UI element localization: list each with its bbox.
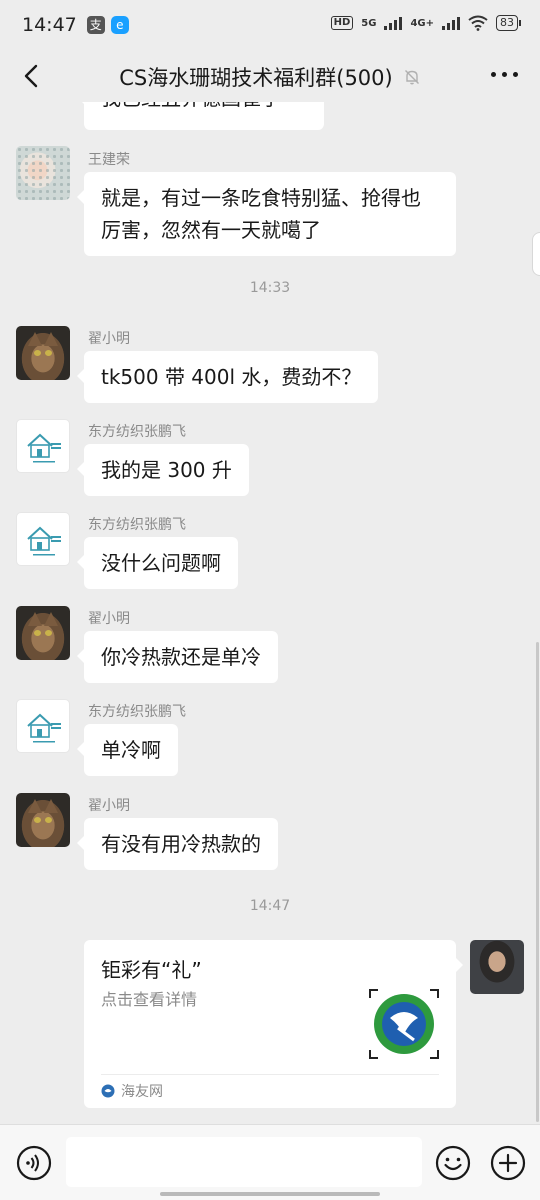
hd-voice-icon: HD	[330, 16, 354, 30]
message-list[interactable]: 我已经丑养德国崔子 王建荣 就是，有过一条吃食特别猛、抢得也厉害，忽然有一天就噶…	[0, 102, 540, 1124]
sender-name: 王建荣	[88, 152, 130, 168]
battery-indicator: 83	[496, 15, 521, 31]
scrollbar[interactable]	[536, 642, 539, 1122]
message-bubble[interactable]: 我已经丑养德国崔子	[77, 102, 324, 130]
house-logo-icon	[27, 526, 61, 556]
link-card-description: 点击查看详情	[101, 990, 198, 1009]
link-card-source: 海友网	[101, 1081, 163, 1101]
avatar[interactable]	[470, 940, 524, 994]
browser-notification-icon: e	[110, 16, 129, 34]
timestamp-separator: 14:33	[249, 280, 291, 296]
bell-off-icon	[404, 70, 419, 85]
status-indicators: HD 5G 4G+ 83	[330, 15, 521, 31]
message-text: 我的是 300 升	[101, 458, 232, 482]
avatar[interactable]	[16, 793, 70, 847]
message-bubble[interactable]: tk500 带 400l 水，费劲不？	[76, 351, 379, 403]
link-card-divider	[101, 1074, 439, 1075]
home-indicator[interactable]	[160, 1192, 380, 1196]
message-text: 就是，有过一条吃食特别猛、抢得也厉害，忽然有一天就噶了	[101, 186, 421, 242]
message-text: 有没有用冷热款的	[101, 832, 261, 856]
chat-title: CS海水珊瑚技术福利群(500)	[119, 66, 393, 90]
side-drawer-handle[interactable]	[532, 232, 540, 276]
link-card-thumbnail	[368, 988, 440, 1060]
link-card-source-name: 海友网	[121, 1084, 163, 1100]
avatar[interactable]	[16, 419, 70, 473]
message-text: 没什么问题啊	[101, 551, 221, 575]
chat-title-wrap: CS海水珊瑚技术福利群(500)	[0, 62, 540, 92]
avatar[interactable]	[16, 606, 70, 660]
more-dots-icon[interactable]	[491, 72, 518, 77]
avatar[interactable]	[16, 699, 70, 753]
status-bar: 14:47 支 e HD 5G 4G+ 83	[0, 0, 540, 50]
wifi-icon	[468, 15, 488, 31]
sender-name: 东方纺织张鹏飞	[88, 517, 186, 533]
alipay-notification-icon: 支	[86, 16, 105, 34]
input-bar	[0, 1124, 540, 1200]
message-text: tk500 带 400l 水，费劲不？	[101, 365, 362, 389]
timestamp-separator: 14:47	[249, 898, 291, 914]
message-bubble[interactable]: 单冷啊	[77, 724, 178, 776]
link-card-title: 钜彩有“礼”	[101, 958, 202, 982]
message-bubble[interactable]: 我的是 300 升	[77, 444, 249, 496]
emoji-icon[interactable]	[435, 1145, 471, 1181]
message-bubble[interactable]: 你冷热款还是单冷	[77, 631, 278, 683]
message-text: 你冷热款还是单冷	[101, 645, 261, 669]
message-text: 单冷啊	[101, 738, 161, 762]
message-bubble[interactable]: 没什么问题啊	[77, 537, 238, 589]
message-bubble[interactable]: 就是，有过一条吃食特别猛、抢得也厉害，忽然有一天就噶了	[77, 172, 456, 256]
plus-icon[interactable]	[490, 1145, 526, 1181]
sender-name: 东方纺织张鹏飞	[88, 704, 186, 720]
message-text: 我已经丑养德国崔子	[101, 102, 281, 110]
chat-header: CS海水珊瑚技术福利群(500)	[0, 50, 540, 102]
avatar[interactable]	[16, 512, 70, 566]
network-4g-label: 4G+	[410, 17, 434, 29]
sender-name: 东方纺织张鹏飞	[88, 424, 186, 440]
message-bubble[interactable]: 有没有用冷热款的	[77, 818, 278, 870]
signal-icon	[384, 16, 403, 30]
avatar[interactable]	[16, 146, 70, 200]
sender-name: 翟小明	[88, 798, 130, 814]
signal-icon-2	[442, 16, 460, 30]
avatar[interactable]	[16, 326, 70, 380]
haiyou-logo-icon	[101, 1084, 115, 1098]
voice-icon[interactable]	[16, 1145, 52, 1181]
house-logo-icon	[27, 433, 61, 463]
status-time: 14:47	[22, 14, 77, 36]
sender-name: 翟小明	[88, 331, 130, 347]
house-logo-icon	[27, 713, 61, 743]
message-input[interactable]	[66, 1137, 422, 1187]
link-card[interactable]: 钜彩有“礼” 点击查看详情 海友网	[84, 940, 463, 1108]
network-5g-label: 5G	[361, 17, 377, 29]
sender-name: 翟小明	[88, 611, 130, 627]
